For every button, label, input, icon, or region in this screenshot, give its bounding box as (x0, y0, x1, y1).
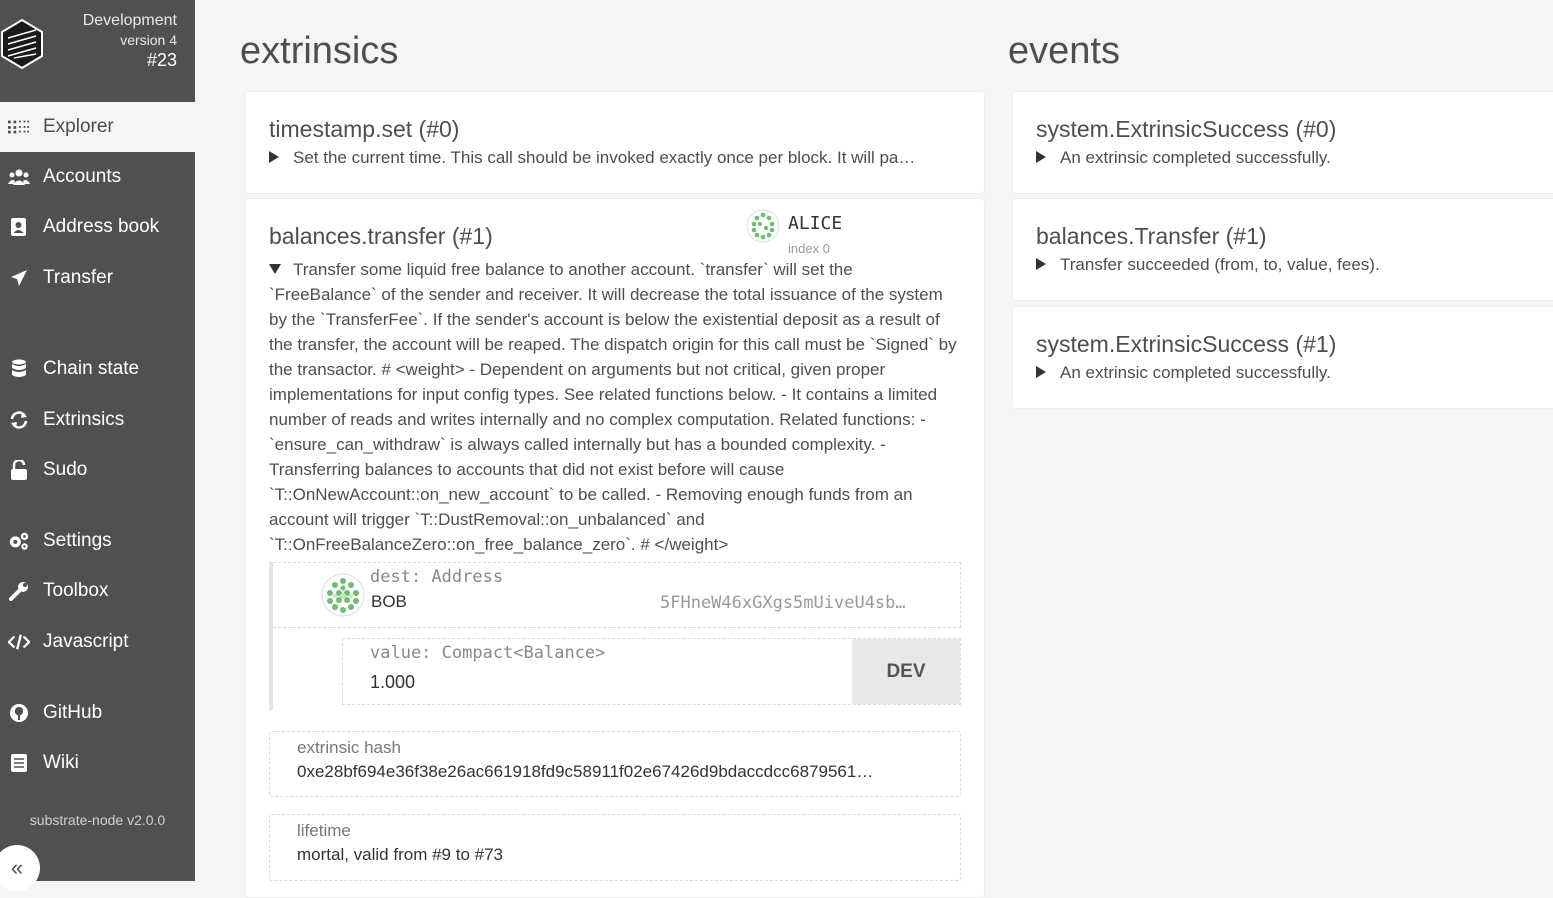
sidebar-item-label: GitHub (43, 702, 103, 723)
extrinsic-card: timestamp.set (#0) Set the current time.… (245, 91, 985, 194)
sidebar-item-label: Wiki (43, 752, 79, 773)
event-card: balances.Transfer (#1) Transfer succeede… (1012, 198, 1553, 301)
sidebar-item-label: Chain state (43, 358, 140, 379)
database-icon (8, 359, 30, 379)
sidebar-item-label: Transfer (43, 267, 114, 288)
extrinsics-heading: extrinsics (240, 30, 399, 72)
unit-badge: DEV (852, 639, 960, 704)
event-description: An extrinsic completed successfully. (1060, 363, 1331, 382)
event-title: system.ExtrinsicSuccess (#1) (1036, 331, 1337, 357)
sidebar-item-label: Sudo (43, 459, 88, 480)
signer-account[interactable]: ALICE index 0 (746, 209, 842, 256)
expand-triangle-icon[interactable] (269, 150, 279, 163)
sidebar-item-label: Javascript (43, 631, 129, 652)
sidebar-item-explorer[interactable]: Explorer (0, 102, 195, 152)
value-param-label: value: Compact<Balance> (370, 643, 606, 663)
extrinsic-hash-box: extrinsic hash 0xe28bf694e36f38e26ac6619… (269, 731, 961, 797)
chain-info: Development version 4 #23 (83, 12, 177, 71)
sidebar-item-wiki[interactable]: Wiki (0, 738, 195, 788)
collapse-triangle-icon[interactable] (269, 263, 281, 274)
grid-dots-icon (8, 117, 30, 137)
lifetime-label: lifetime (297, 821, 351, 840)
extrinsic-params: dest: Address BOB 5FHneW46xGXgs5mUiveU4s… (269, 562, 961, 710)
sidebar-item-label: Toolbox (43, 580, 109, 601)
extrinsic-details[interactable]: Transfer some liquid free balance to ano… (269, 257, 959, 557)
event-description: An extrinsic completed successfully. (1060, 148, 1331, 167)
logo-block: Development version 4 #23 (0, 0, 195, 102)
sidebar: Development version 4 #23 Explorer Accou… (0, 0, 195, 891)
sidebar-item-address-book[interactable]: Address book (0, 202, 195, 252)
expand-triangle-icon[interactable] (1036, 257, 1046, 270)
users-icon (8, 167, 30, 187)
expand-triangle-icon[interactable] (1036, 365, 1046, 378)
sidebar-item-label: Extrinsics (43, 409, 125, 430)
extrinsic-hash-value: 0xe28bf694e36f38e26ac661918fd9c58911f02e… (297, 762, 874, 781)
best-block: #23 (146, 50, 177, 70)
event-summary[interactable]: An extrinsic completed successfully. (1036, 148, 1536, 168)
dest-param-label: dest: Address (370, 567, 504, 587)
sidebar-item-javascript[interactable]: Javascript (0, 617, 195, 667)
dest-account-address: 5FHneW46xGXgs5mUiveU4sb… (660, 593, 906, 613)
signer-name: ALICE (788, 213, 843, 234)
address-book-icon (8, 217, 30, 237)
sidebar-item-label: Address book (43, 216, 160, 237)
sidebar-item-extrinsics[interactable]: Extrinsics (0, 395, 195, 445)
extrinsic-description: Set the current time. This call should b… (293, 148, 916, 167)
event-card: system.ExtrinsicSuccess (#0) An extrinsi… (1012, 91, 1553, 194)
extrinsic-title: timestamp.set (#0) (269, 116, 460, 142)
wrench-icon (8, 581, 30, 601)
unlock-icon (8, 460, 30, 480)
events-heading: events (1008, 30, 1120, 72)
alice-identicon-icon (746, 209, 780, 243)
extrinsic-card: balances.transfer (#1) ALICE index 0 Tra… (245, 198, 985, 898)
extrinsic-hash-label: extrinsic hash (297, 738, 401, 757)
bob-identicon-icon (321, 573, 365, 617)
dest-param[interactable]: dest: Address BOB 5FHneW46xGXgs5mUiveU4s… (273, 562, 961, 628)
sidebar-item-sudo[interactable]: Sudo (0, 445, 195, 495)
sync-icon (8, 410, 30, 430)
event-card: system.ExtrinsicSuccess (#1) An extrinsi… (1012, 306, 1553, 409)
extrinsic-description: Transfer some liquid free balance to ano… (269, 260, 957, 554)
signer-index: index 0 (788, 241, 830, 256)
sidebar-item-github[interactable]: GitHub (0, 688, 195, 738)
sidebar-item-label: Explorer (43, 116, 114, 137)
sidebar-item-label: Settings (43, 530, 112, 551)
runtime-version: version 4 (120, 32, 177, 48)
event-summary[interactable]: An extrinsic completed successfully. (1036, 363, 1536, 383)
value-amount: 1.000 (370, 672, 416, 692)
sidebar-item-chain-state[interactable]: Chain state (0, 344, 195, 394)
code-icon (8, 632, 30, 652)
github-icon (8, 703, 30, 723)
paper-plane-icon (8, 268, 30, 288)
sidebar-item-accounts[interactable]: Accounts (0, 152, 195, 202)
sidebar-item-transfer[interactable]: Transfer (0, 253, 195, 303)
value-param[interactable]: value: Compact<Balance> 1.000 DEV (342, 638, 961, 705)
sidebar-item-label: Accounts (43, 166, 122, 187)
book-icon (8, 753, 30, 773)
cogs-icon (8, 531, 30, 551)
expand-triangle-icon[interactable] (1036, 150, 1046, 163)
sidebar-item-toolbox[interactable]: Toolbox (0, 566, 195, 616)
substrate-logo-icon[interactable] (0, 18, 44, 70)
lifetime-box: lifetime mortal, valid from #9 to #73 (269, 814, 961, 881)
chain-name: Development (82, 12, 177, 29)
sidebar-item-settings[interactable]: Settings (0, 516, 195, 566)
extrinsic-title: balances.transfer (#1) (269, 223, 493, 249)
event-title: balances.Transfer (#1) (1036, 223, 1267, 249)
lifetime-value: mortal, valid from #9 to #73 (297, 845, 503, 864)
event-title: system.ExtrinsicSuccess (#0) (1036, 116, 1337, 142)
dest-account-name: BOB (371, 592, 407, 611)
event-description: Transfer succeeded (from, to, value, fee… (1060, 255, 1380, 274)
extrinsic-summary[interactable]: Set the current time. This call should b… (269, 148, 964, 168)
node-version: substrate-node v2.0.0 (29, 812, 166, 828)
event-summary[interactable]: Transfer succeeded (from, to, value, fee… (1036, 255, 1536, 275)
collapse-sidebar-button[interactable]: « (0, 845, 40, 891)
